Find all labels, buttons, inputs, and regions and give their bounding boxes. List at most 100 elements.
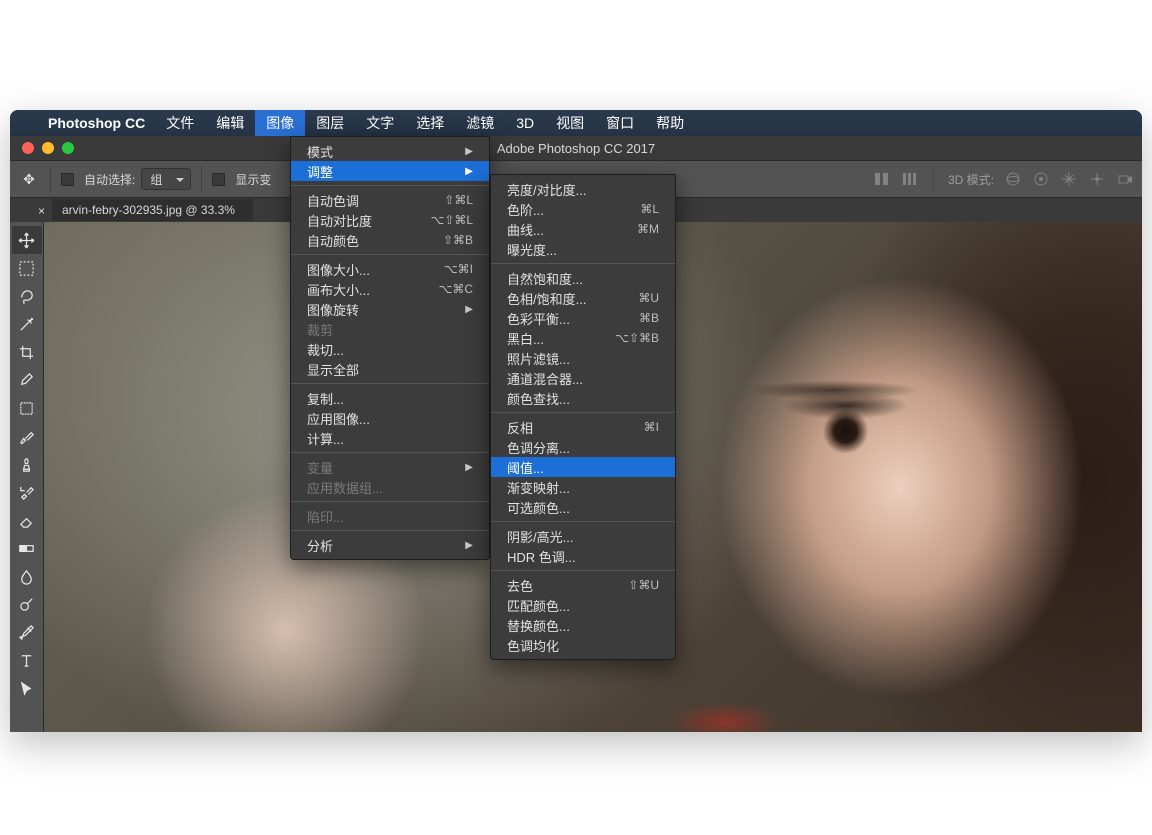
menu-item[interactable]: 色调分离... <box>491 437 675 457</box>
show-transform-checkbox[interactable] <box>212 173 225 186</box>
menu-item[interactable]: 渐变映射... <box>491 477 675 497</box>
menu-item[interactable]: 色相/饱和度...⌘U <box>491 288 675 308</box>
menu-item[interactable]: 自动色调⇧⌘L <box>291 190 489 210</box>
close-tab-icon[interactable]: × <box>38 204 45 218</box>
menu-item-shortcut: ⌥⌘I <box>444 262 473 276</box>
menu-item[interactable]: 替换颜色... <box>491 615 675 635</box>
menu-item-label: 自然饱和度... <box>507 269 583 288</box>
maximize-window-button[interactable] <box>62 142 74 154</box>
document-tab[interactable]: × arvin-febry-302935.jpg @ 33.3% <box>52 199 253 221</box>
menubar-item-编辑[interactable]: 编辑 <box>205 110 255 137</box>
menu-item-label: 曝光度... <box>507 240 557 259</box>
menu-item[interactable]: 匹配颜色... <box>491 595 675 615</box>
tool-panel <box>10 222 44 732</box>
menu-item[interactable]: 图像大小...⌥⌘I <box>291 259 489 279</box>
menu-item[interactable]: 亮度/对比度... <box>491 179 675 199</box>
tool-eraser[interactable] <box>12 506 42 534</box>
camera-3d-icon[interactable] <box>1116 170 1134 188</box>
tool-blur[interactable] <box>12 562 42 590</box>
tool-wand[interactable] <box>12 310 42 338</box>
menu-item[interactable]: 调整▶ <box>291 161 489 181</box>
menubar-item-图像[interactable]: 图像 <box>255 110 305 137</box>
tool-type[interactable] <box>12 646 42 674</box>
menu-item[interactable]: 自然饱和度... <box>491 268 675 288</box>
tool-gradient[interactable] <box>12 534 42 562</box>
tool-frame[interactable] <box>12 394 42 422</box>
tool-move[interactable] <box>12 226 42 254</box>
menu-item-shortcut: ⇧⌘U <box>628 578 659 592</box>
menu-item[interactable]: 应用图像... <box>291 408 489 428</box>
menubar-item-图层[interactable]: 图层 <box>305 110 355 137</box>
menu-item-label: 色彩平衡... <box>507 309 570 328</box>
pan-3d-icon[interactable] <box>1060 170 1078 188</box>
menu-item[interactable]: 黑白...⌥⇧⌘B <box>491 328 675 348</box>
options-bar-right: 3D 模式: <box>873 166 1134 192</box>
menu-item[interactable]: 计算... <box>291 428 489 448</box>
menu-item-label: 裁切... <box>307 340 344 359</box>
menu-item-label: 颜色查找... <box>507 389 570 408</box>
slide-3d-icon[interactable] <box>1088 170 1106 188</box>
menu-item[interactable]: 可选颜色... <box>491 497 675 517</box>
menu-item[interactable]: 分析▶ <box>291 535 489 555</box>
tool-brush[interactable] <box>12 422 42 450</box>
tool-marquee[interactable] <box>12 254 42 282</box>
menu-item[interactable]: 色阶...⌘L <box>491 199 675 219</box>
tool-crop[interactable] <box>12 338 42 366</box>
menu-item[interactable]: 颜色查找... <box>491 388 675 408</box>
menu-item-shortcut: ⇧⌘L <box>444 193 473 207</box>
menu-item-shortcut: ⌘B <box>639 311 659 325</box>
menu-item[interactable]: 画布大小...⌥⌘C <box>291 279 489 299</box>
menu-item-label: 计算... <box>307 429 344 448</box>
menu-item-shortcut: ⌥⇧⌘B <box>615 331 659 345</box>
menubar-item-选择[interactable]: 选择 <box>405 110 455 137</box>
menu-item[interactable]: 去色⇧⌘U <box>491 575 675 595</box>
tool-arrow[interactable] <box>12 674 42 702</box>
menubar-item-视图[interactable]: 视图 <box>545 110 595 137</box>
minimize-window-button[interactable] <box>42 142 54 154</box>
distribute-icon[interactable] <box>901 170 919 188</box>
align-icon[interactable] <box>873 170 891 188</box>
tool-stamp[interactable] <box>12 450 42 478</box>
menu-item[interactable]: 曲线...⌘M <box>491 219 675 239</box>
autoselect-combo[interactable]: 组 <box>141 168 191 190</box>
close-window-button[interactable] <box>22 142 34 154</box>
autoselect-value: 组 <box>150 171 162 188</box>
menubar-item-滤镜[interactable]: 滤镜 <box>455 110 505 137</box>
tool-lasso[interactable] <box>12 282 42 310</box>
menubar-item-3D[interactable]: 3D <box>505 111 545 135</box>
menu-item[interactable]: 通道混合器... <box>491 368 675 388</box>
menu-item[interactable]: 反相⌘I <box>491 417 675 437</box>
menu-item[interactable]: 阴影/高光... <box>491 526 675 546</box>
menu-item[interactable]: 阈值... <box>491 457 675 477</box>
menu-item[interactable]: 色彩平衡... ⌘B <box>491 308 675 328</box>
tool-eyedropper[interactable] <box>12 366 42 394</box>
menubar-item-窗口[interactable]: 窗口 <box>595 110 645 137</box>
autoselect-checkbox[interactable] <box>61 173 74 186</box>
menu-item[interactable]: 照片滤镜... <box>491 348 675 368</box>
roll-3d-icon[interactable] <box>1032 170 1050 188</box>
orbit-3d-icon[interactable] <box>1004 170 1022 188</box>
tool-dodge[interactable] <box>12 590 42 618</box>
menu-item[interactable]: 裁切... <box>291 339 489 359</box>
menu-item: 裁剪 <box>291 319 489 339</box>
menubar-item-帮助[interactable]: 帮助 <box>645 110 695 137</box>
menubar-item-文字[interactable]: 文字 <box>355 110 405 137</box>
menu-item[interactable]: HDR 色调... <box>491 546 675 566</box>
menu-item-label: 色调分离... <box>507 438 570 457</box>
menu-item[interactable]: 复制... <box>291 388 489 408</box>
menu-item-shortcut: ⌘U <box>638 291 659 305</box>
menu-item[interactable]: 色调均化 <box>491 635 675 655</box>
menu-item-shortcut: ⌘L <box>640 202 659 216</box>
menu-item-shortcut: ⌥⇧⌘L <box>430 213 473 227</box>
menu-item[interactable]: 自动颜色⇧⌘B <box>291 230 489 250</box>
menu-item[interactable]: 曝光度... <box>491 239 675 259</box>
tool-pen[interactable] <box>12 618 42 646</box>
menu-item[interactable]: 图像旋转▶ <box>291 299 489 319</box>
menu-item-label: 显示全部 <box>307 360 359 379</box>
menu-item[interactable]: 显示全部 <box>291 359 489 379</box>
menu-item[interactable]: 模式▶ <box>291 141 489 161</box>
menubar-item-文件[interactable]: 文件 <box>155 110 205 137</box>
menu-item-label: 陷印... <box>307 507 344 526</box>
menu-item[interactable]: 自动对比度⌥⇧⌘L <box>291 210 489 230</box>
tool-history-brush[interactable] <box>12 478 42 506</box>
